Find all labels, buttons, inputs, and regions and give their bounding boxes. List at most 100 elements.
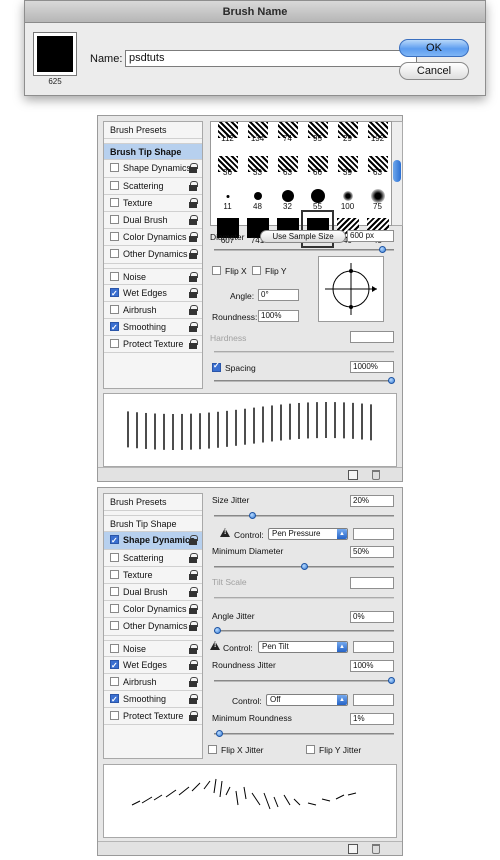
brush-preset[interactable]: 55 <box>303 178 332 212</box>
sidebar-checkbox[interactable] <box>110 180 119 190</box>
flip-x-checkbox[interactable]: Flip X <box>212 266 247 276</box>
sidebar-checkbox[interactable] <box>110 621 119 631</box>
sidebar-item-wet-edges[interactable]: Wet Edges <box>104 657 202 674</box>
sidebar-checkbox[interactable] <box>110 604 119 614</box>
sidebar-item-wet-edges[interactable]: Wet Edges <box>104 285 202 302</box>
sidebar-checkbox[interactable] <box>110 569 119 579</box>
lock-icon[interactable] <box>189 180 198 191</box>
sidebar-item-dual-brush[interactable]: Dual Brush <box>104 584 202 602</box>
sidebar-item-color-dynamics[interactable]: Color Dynamics <box>104 229 202 247</box>
brush-preset[interactable]: 33 <box>243 144 272 178</box>
brush-preset[interactable]: 134 <box>243 110 272 144</box>
lock-icon[interactable] <box>189 271 198 282</box>
new-preset-icon[interactable] <box>348 470 358 480</box>
spacing-slider-knob[interactable] <box>388 377 395 384</box>
roundness-jitter-slider[interactable] <box>214 680 394 682</box>
brush-preset[interactable]: 100 <box>333 178 362 212</box>
lock-icon[interactable] <box>189 569 198 580</box>
diameter-slider[interactable] <box>214 249 394 251</box>
brush-preset[interactable]: 11 <box>213 178 242 212</box>
sidebar-checkbox[interactable] <box>110 658 119 674</box>
trash-icon[interactable] <box>372 470 380 480</box>
size-jitter-field[interactable]: 20% <box>350 495 394 507</box>
brush-preset[interactable]: 63 <box>273 144 302 178</box>
spacing-checkbox[interactable]: Spacing <box>212 361 256 373</box>
sidebar-checkbox[interactable] <box>110 271 119 281</box>
brush-preset[interactable]: 39 <box>333 144 362 178</box>
brush-preset[interactable]: 36 <box>213 144 242 178</box>
diameter-slider-knob[interactable] <box>379 246 387 253</box>
angle-jitter-slider[interactable] <box>214 630 394 632</box>
brush-preset[interactable]: 192 <box>363 110 392 144</box>
lock-icon[interactable] <box>189 643 198 654</box>
control-select-size[interactable]: Pen Pressure ▲ <box>268 528 348 540</box>
sidebar-item-shape-dynamics[interactable]: Shape Dynamics <box>104 160 202 178</box>
sidebar-item-noise[interactable]: Noise <box>104 267 202 285</box>
sidebar-item-brush-tip-shape[interactable]: Brush Tip Shape <box>104 143 202 161</box>
sidebar-checkbox[interactable] <box>110 552 119 562</box>
sidebar-checkbox[interactable] <box>110 197 119 207</box>
lock-icon[interactable] <box>189 621 198 632</box>
lock-icon[interactable] <box>189 676 198 687</box>
diameter-field[interactable]: 600 px <box>347 230 394 242</box>
sidebar-checkbox[interactable] <box>110 214 119 224</box>
lock-icon[interactable] <box>189 659 198 670</box>
sidebar-item-smoothing[interactable]: Smoothing <box>104 691 202 709</box>
minimum-diameter-slider-knob[interactable] <box>301 563 308 570</box>
sidebar-checkbox[interactable] <box>110 676 119 686</box>
sidebar-item-texture[interactable]: Texture <box>104 195 202 212</box>
sidebar-checkbox[interactable] <box>110 711 119 721</box>
brush-name-input[interactable]: psdtuts <box>125 50 417 67</box>
sidebar-item-brush-tip-shape[interactable]: Brush Tip Shape <box>104 515 202 533</box>
minimum-roundness-slider-knob[interactable] <box>215 730 223 737</box>
tilt-scale-slider[interactable] <box>214 597 394 599</box>
flip-x-jitter-checkbox[interactable]: Flip X Jitter <box>208 745 264 755</box>
control-extra-field[interactable] <box>353 528 394 540</box>
brush-preset[interactable]: 63 <box>363 144 392 178</box>
sidebar-checkbox[interactable] <box>110 286 119 302</box>
lock-icon[interactable] <box>189 694 198 705</box>
use-sample-size-button[interactable]: Use Sample Size <box>260 230 346 243</box>
new-preset-icon[interactable] <box>348 844 358 854</box>
sidebar-checkbox[interactable] <box>110 643 119 653</box>
sidebar-item-texture[interactable]: Texture <box>104 567 202 584</box>
preset-grid-scrollbar[interactable] <box>392 121 403 226</box>
sidebar-item-brush-presets[interactable]: Brush Presets <box>104 494 202 512</box>
angle-field[interactable]: 0° <box>258 289 299 301</box>
brush-preset[interactable]: 95 <box>303 110 332 144</box>
lock-icon[interactable] <box>189 163 198 174</box>
sidebar-item-smoothing[interactable]: Smoothing <box>104 319 202 337</box>
ok-button[interactable]: OK <box>399 39 469 57</box>
lock-icon[interactable] <box>189 287 198 298</box>
spacing-slider[interactable] <box>214 380 394 382</box>
sidebar-item-airbrush[interactable]: Airbrush <box>104 674 202 692</box>
sidebar-checkbox[interactable] <box>110 692 119 708</box>
sidebar-checkbox[interactable] <box>110 320 119 336</box>
spacing-field[interactable]: 1000% <box>350 361 394 373</box>
cancel-button[interactable]: Cancel <box>399 62 469 80</box>
sidebar-checkbox[interactable] <box>110 586 119 596</box>
sidebar-item-other-dynamics[interactable]: Other Dynamics <box>104 618 202 636</box>
brush-preset[interactable]: 74 <box>273 110 302 144</box>
brush-preset[interactable]: 75 <box>363 178 392 212</box>
sidebar-checkbox[interactable] <box>110 249 119 259</box>
minimum-roundness-slider[interactable] <box>214 733 394 735</box>
roundness-field[interactable]: 100% <box>258 310 299 322</box>
lock-icon[interactable] <box>189 535 198 546</box>
lock-icon[interactable] <box>189 711 198 722</box>
lock-icon[interactable] <box>189 304 198 315</box>
control-select-angle[interactable]: Pen Tilt ▲ <box>258 641 348 653</box>
lock-icon[interactable] <box>189 322 198 333</box>
size-jitter-slider[interactable] <box>214 515 394 517</box>
sidebar-item-airbrush[interactable]: Airbrush <box>104 302 202 320</box>
angle-jitter-field[interactable]: 0% <box>350 611 394 623</box>
lock-icon[interactable] <box>189 214 198 225</box>
brush-preset[interactable]: 48 <box>243 178 272 212</box>
brush-preset[interactable]: 32 <box>273 178 302 212</box>
sidebar-item-shape-dynamics[interactable]: Shape Dynamics <box>104 532 202 550</box>
lock-icon[interactable] <box>189 586 198 597</box>
hardness-slider[interactable] <box>214 351 394 353</box>
brush-preset[interactable]: 112 <box>213 110 242 144</box>
hardness-field[interactable] <box>350 331 394 343</box>
flip-y-jitter-checkbox[interactable]: Flip Y Jitter <box>306 745 361 755</box>
